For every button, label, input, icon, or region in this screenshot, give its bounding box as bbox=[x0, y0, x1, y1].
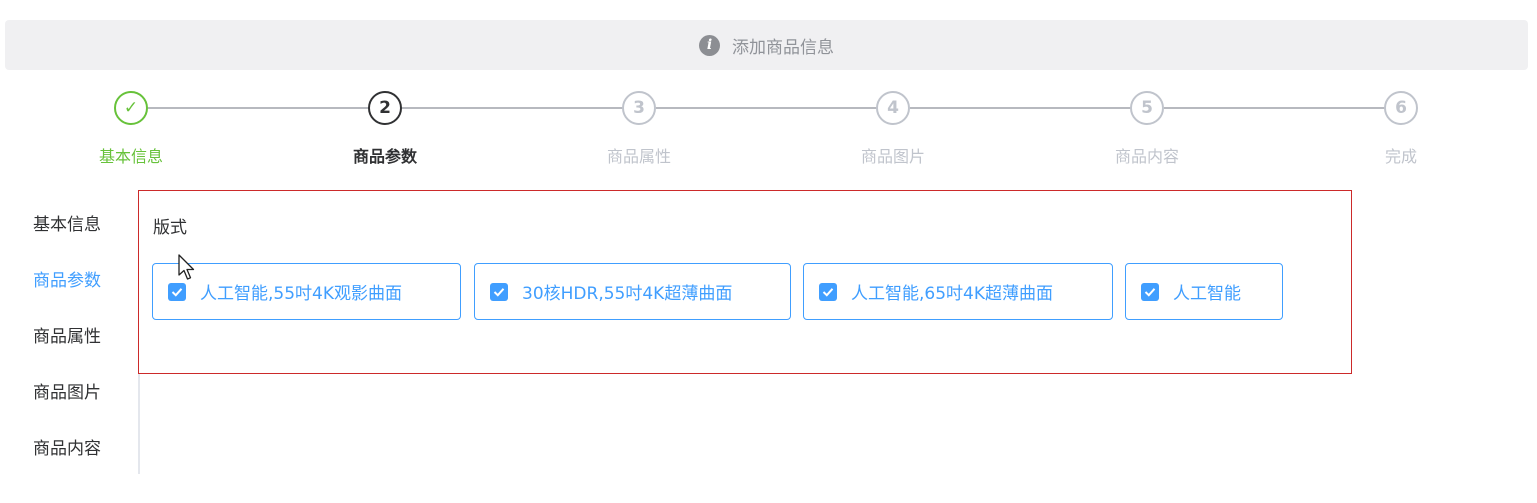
step-connector bbox=[402, 107, 623, 109]
step-5-label: 商品内容 bbox=[1114, 147, 1179, 166]
tab-product-attrs[interactable]: 商品属性 bbox=[0, 306, 136, 362]
info-alert: i 添加商品信息 bbox=[5, 20, 1528, 70]
info-icon: i bbox=[699, 34, 720, 56]
tab-basic-info[interactable]: 基本信息 bbox=[0, 194, 136, 250]
step-connector bbox=[910, 107, 1131, 109]
param-option-checkbox[interactable]: 人工智能 bbox=[1125, 263, 1283, 320]
step-connector bbox=[1164, 107, 1385, 109]
checkbox-checked-icon bbox=[1141, 282, 1159, 301]
step-connector bbox=[148, 107, 369, 109]
param-option-checkbox[interactable]: 30核HDR,55吋4K超薄曲面 bbox=[474, 263, 791, 320]
mouse-cursor-icon bbox=[178, 254, 195, 280]
side-tabs: 基本信息 商品参数 商品属性 商品图片 商品内容 bbox=[0, 194, 140, 474]
param-option-checkbox[interactable]: 人工智能,65吋4K超薄曲面 bbox=[803, 263, 1113, 320]
steps-bar: ✓ 2 3 4 5 6 基本信息 商品参数 商品属性 商品图片 商品内容 完成 bbox=[0, 90, 1537, 170]
alert-title: 添加商品信息 bbox=[732, 37, 834, 58]
checkbox-checked-icon bbox=[490, 282, 508, 301]
step-3-circle: 3 bbox=[622, 91, 656, 125]
checkbox-checked-icon bbox=[168, 282, 186, 301]
step-1-check-icon: ✓ bbox=[114, 91, 148, 125]
param-group-title: 版式 bbox=[153, 218, 187, 238]
step-6-circle: 6 bbox=[1384, 91, 1418, 125]
tab-product-images[interactable]: 商品图片 bbox=[0, 362, 136, 418]
step-4-circle: 4 bbox=[876, 91, 910, 125]
param-option-label: 30核HDR,55吋4K超薄曲面 bbox=[522, 284, 733, 304]
param-option-label: 人工智能 bbox=[1173, 284, 1241, 304]
checkbox-checked-icon bbox=[819, 282, 837, 301]
tab-product-content[interactable]: 商品内容 bbox=[0, 418, 136, 474]
step-4-label: 商品图片 bbox=[860, 147, 925, 166]
step-3-label: 商品属性 bbox=[606, 147, 671, 166]
param-option-label: 人工智能,65吋4K超薄曲面 bbox=[851, 284, 1053, 304]
param-option-label: 人工智能,55吋4K观影曲面 bbox=[200, 284, 402, 304]
tab-product-params[interactable]: 商品参数 bbox=[0, 250, 136, 306]
step-2-circle: 2 bbox=[368, 91, 402, 125]
step-6-label: 完成 bbox=[1384, 147, 1417, 166]
step-connector bbox=[656, 107, 877, 109]
step-1-label: 基本信息 bbox=[98, 147, 163, 166]
step-2-label: 商品参数 bbox=[352, 147, 417, 166]
param-option-checkbox[interactable]: 人工智能,55吋4K观影曲面 bbox=[152, 263, 461, 320]
step-5-circle: 5 bbox=[1130, 91, 1164, 125]
params-panel: 版式 人工智能,55吋4K观影曲面 30核HDR,55吋4K超薄曲面 人工智能,… bbox=[138, 190, 1352, 374]
